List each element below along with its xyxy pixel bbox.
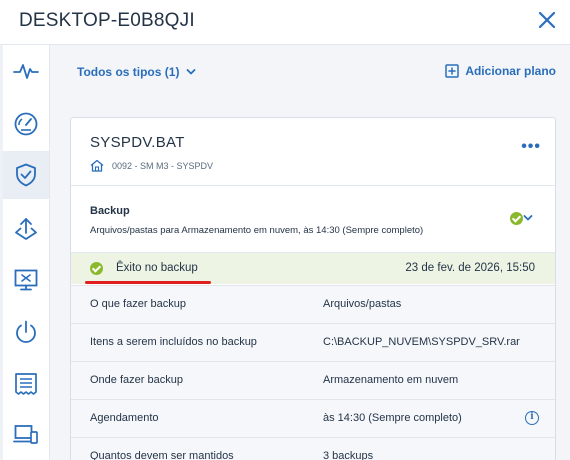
info-icon[interactable]: i [525,411,539,425]
sidebar-item-activity[interactable] [3,47,49,95]
detail-row: O que fazer backup Arquivos/pastas [71,285,555,323]
backup-status-row: Êxito no backup 23 de fev. de 2026, 15:5… [71,252,555,284]
plan-card-header: SYSPDV.BAT 0092 - SM M3 - SYSPDV ••• [71,118,555,186]
activity-icon [13,64,39,79]
backup-description: Arquivos/pastas para Armazenamento em nu… [90,225,424,236]
sidebar-item-protection[interactable] [3,151,49,199]
detail-value: C:\BACKUP_NUVEM\SYSPDV_SRV.rar [323,336,520,348]
window-title: DESKTOP-E0B8QJI [19,10,195,31]
sidebar-item-dashboard[interactable] [3,100,49,148]
detail-key: Agendamento [90,412,159,424]
power-icon [16,320,36,343]
success-check-icon [510,212,523,225]
plan-card: SYSPDV.BAT 0092 - SM M3 - SYSPDV ••• Bac… [70,117,556,460]
sidebar-item-reports[interactable] [3,360,49,408]
detail-value: Armazenamento em nuvem [323,374,459,386]
sidebar [0,45,50,460]
close-icon[interactable] [536,9,558,31]
detail-key: O que fazer backup [90,298,187,310]
dashboard-gauge-icon [14,112,38,136]
plus-square-icon [445,64,460,78]
detail-row: Agendamento às 14:30 (Sempre completo) i [71,399,555,437]
backup-title: Backup [90,205,130,217]
sidebar-item-devices[interactable] [3,411,49,459]
detail-row: Quantos devem ser mantidos 3 backups [71,437,555,460]
detail-key: Quantos devem ser mantidos [90,450,234,460]
remote-desktop-icon [14,269,38,291]
sidebar-item-remote-desktop[interactable] [3,256,49,304]
backup-section: Backup Arquivos/pastas para Armazenament… [71,186,555,252]
recovery-icon [15,218,37,240]
success-check-icon [90,262,103,275]
add-plan-button[interactable]: Adicionar plano [445,64,556,78]
detail-key: Itens a serem incluídos no backup [90,336,257,348]
shield-check-icon [16,163,36,187]
sidebar-item-power[interactable] [3,308,49,356]
detail-value: Arquivos/pastas [323,298,402,310]
main-panel: Todos os tipos (1) Adicionar plano SYSPD… [50,45,570,460]
title-bar: DESKTOP-E0B8QJI [0,0,570,45]
detail-value: 3 backups [323,450,374,460]
detail-row: Onde fazer backup Armazenamento em nuvem [71,361,555,399]
report-icon [15,373,37,395]
chevron-down-icon[interactable] [523,213,533,223]
detail-row: Itens a serem incluídos no backup C:\BAC… [71,323,555,361]
detail-key: Onde fazer backup [90,374,183,386]
sidebar-item-recovery[interactable] [3,205,49,253]
status-timestamp: 23 de fev. de 2026, 15:50 [405,262,535,274]
add-plan-label: Adicionar plano [465,64,556,78]
more-options-button[interactable]: ••• [521,138,541,156]
red-underline-annotation [85,281,211,284]
type-filter-label: Todos os tipos (1) [77,65,180,79]
house-icon [90,159,104,172]
devices-icon [13,425,38,444]
plan-subtitle: 0092 - SM M3 - SYSPDV [90,159,213,172]
chevron-down-icon [187,69,196,75]
status-label: Êxito no backup [116,262,198,274]
detail-value: às 14:30 (Sempre completo) [323,412,462,424]
plan-location: 0092 - SM M3 - SYSPDV [112,160,214,171]
type-filter-dropdown[interactable]: Todos os tipos (1) [77,65,196,79]
plan-title: SYSPDV.BAT [90,134,185,151]
